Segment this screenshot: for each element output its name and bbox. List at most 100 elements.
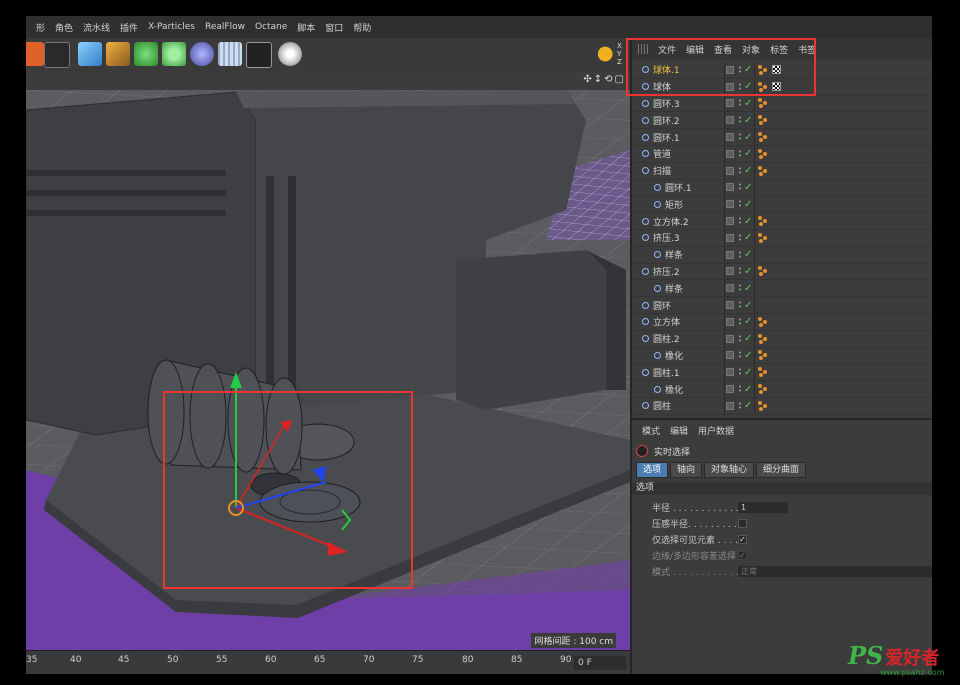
phong-tag-icon[interactable]	[758, 115, 768, 126]
mode-dropdown[interactable]: 正常	[738, 566, 932, 577]
visibility-dots-icon[interactable]: ••	[738, 400, 742, 411]
enabled-check-icon[interactable]: ✓	[744, 232, 752, 243]
object-row[interactable]: 橡化 ••✓	[632, 381, 932, 398]
menu-item[interactable]: 角色	[55, 21, 73, 34]
object-row[interactable]: 样条 • • ✓	[632, 280, 932, 298]
enabled-check-icon[interactable]: ✓	[744, 333, 752, 344]
viewport-nav-icons[interactable]: ✣↕⟲▢	[583, 74, 626, 85]
menu-item[interactable]: RealFlow	[205, 22, 245, 32]
render-icon[interactable]	[26, 42, 44, 66]
layer-icon[interactable]	[726, 334, 734, 343]
object-row[interactable]: 圆柱 • • ✓	[632, 398, 932, 415]
object-row[interactable]: 圆环.1 • • ✓	[632, 180, 932, 197]
visibility-dots-icon[interactable]: ••	[738, 249, 742, 260]
enabled-check-icon[interactable]: ✓	[744, 199, 752, 210]
layer-icon[interactable]	[726, 368, 734, 377]
deformer-icon[interactable]	[190, 42, 214, 66]
frame-field[interactable]: 0 F	[574, 656, 626, 670]
layer-icon[interactable]	[726, 133, 734, 142]
menu-item[interactable]: 帮助	[353, 21, 371, 34]
phong-tag-icon[interactable]	[758, 98, 768, 109]
menu-item[interactable]: 形	[36, 21, 45, 34]
floor-icon[interactable]	[218, 42, 242, 66]
visibility-dots-icon[interactable]: ••	[738, 115, 742, 126]
timeline[interactable]: 35 40 45 50 55 60 65 70 75 80 85 90 ◌ 0 …	[26, 650, 630, 674]
object-row[interactable]: 圆环.1 • • ✓	[632, 129, 932, 146]
tab-object-axis[interactable]: 对象轴心	[704, 462, 755, 478]
object-row[interactable]: 圆柱.1 • • ✓	[632, 364, 932, 382]
layer-icon[interactable]	[726, 301, 734, 310]
enabled-check-icon[interactable]: ✓	[744, 283, 752, 294]
visibility-dots-icon[interactable]: ••	[738, 199, 742, 210]
enabled-check-icon[interactable]: ✓	[744, 316, 752, 327]
phong-tag-icon[interactable]	[758, 384, 768, 395]
layer-icon[interactable]	[726, 200, 734, 209]
tab-subdivision[interactable]: 细分曲面	[756, 462, 807, 478]
object-row[interactable]: 圆柱.2 • • ✓	[632, 331, 932, 348]
object-row[interactable]: 圆环.2 • • ✓	[632, 112, 932, 130]
phong-tag-icon[interactable]	[758, 333, 768, 344]
enabled-check-icon[interactable]: ✓	[744, 98, 752, 109]
menu-item[interactable]: 流水线	[83, 21, 110, 34]
pressure-radius-checkbox[interactable]	[738, 519, 747, 528]
visibility-dots-icon[interactable]: ••	[738, 266, 742, 277]
object-row[interactable]: 立方体.2 • • ✓	[632, 213, 932, 230]
enabled-check-icon[interactable]: ✓	[744, 148, 752, 159]
object-row[interactable]: 管道 • • ✓	[632, 146, 932, 163]
object-row[interactable]: 挤压.2 • • ✓	[632, 264, 932, 281]
cloner-icon[interactable]	[162, 42, 186, 66]
enabled-check-icon[interactable]: ✓	[744, 300, 752, 311]
enabled-check-icon[interactable]: ✓	[744, 182, 752, 193]
am-menu-userdata[interactable]: 用户数据	[698, 424, 734, 437]
menu-item[interactable]: 插件	[120, 21, 138, 34]
object-row[interactable]: 挤压.3 • • ✓	[632, 230, 932, 247]
enabled-check-icon[interactable]: ✓	[744, 384, 752, 395]
menu-item[interactable]: X-Particles	[148, 22, 195, 32]
phong-tag-icon[interactable]	[758, 148, 768, 159]
am-menu-mode[interactable]: 模式	[642, 424, 660, 437]
object-row[interactable]: 圆环.3 • • ✓	[632, 96, 932, 113]
cube-icon[interactable]	[78, 42, 102, 66]
enabled-check-icon[interactable]: ✓	[744, 216, 752, 227]
enabled-check-icon[interactable]: ✓	[744, 115, 752, 126]
visibility-dots-icon[interactable]: ••	[738, 316, 742, 327]
layer-icon[interactable]	[726, 267, 734, 276]
phong-tag-icon[interactable]	[758, 316, 768, 327]
layer-icon[interactable]	[726, 250, 734, 259]
enabled-check-icon[interactable]: ✓	[744, 165, 752, 176]
phong-tag-icon[interactable]	[758, 165, 768, 176]
edge-tolerance-checkbox[interactable]: ✓	[738, 551, 747, 560]
menu-item[interactable]: 脚本	[297, 21, 315, 34]
object-row[interactable]: 样条 • • ✓	[632, 247, 932, 264]
phong-tag-icon[interactable]	[758, 367, 768, 378]
pen-icon[interactable]	[106, 42, 130, 66]
camera-icon[interactable]	[246, 42, 272, 68]
phong-tag-icon[interactable]	[758, 266, 768, 277]
object-row[interactable]: 扫描 • • ✓	[632, 163, 932, 180]
enabled-check-icon[interactable]: ✓	[744, 249, 752, 260]
clapper-icon[interactable]	[44, 42, 70, 68]
visible-only-checkbox[interactable]: ✓	[738, 535, 747, 544]
visibility-dots-icon[interactable]: ••	[738, 367, 742, 378]
layer-icon[interactable]	[726, 183, 734, 192]
light-icon[interactable]	[278, 42, 302, 66]
phong-tag-icon[interactable]	[758, 132, 768, 143]
phong-tag-icon[interactable]	[758, 216, 768, 227]
radius-input[interactable]: 1	[738, 502, 788, 513]
visibility-dots-icon[interactable]: ••	[738, 98, 742, 109]
layer-icon[interactable]	[726, 233, 734, 242]
layer-icon[interactable]	[726, 149, 734, 158]
am-menu-edit[interactable]: 编辑	[670, 424, 688, 437]
enabled-check-icon[interactable]: ✓	[744, 132, 752, 143]
visibility-dots-icon[interactable]: ••	[738, 283, 742, 294]
visibility-dots-icon[interactable]: ••	[738, 300, 742, 311]
menu-item[interactable]: Octane	[255, 22, 287, 32]
layer-icon[interactable]	[726, 284, 734, 293]
subdivision-icon[interactable]	[134, 42, 158, 66]
layer-icon[interactable]	[726, 401, 734, 410]
visibility-dots-icon[interactable]: ••	[738, 165, 742, 176]
visibility-dots-icon[interactable]: ••	[738, 384, 742, 395]
xyz-axis-icon[interactable]	[598, 42, 616, 66]
visibility-dots-icon[interactable]: ••	[738, 216, 742, 227]
layer-icon[interactable]	[726, 166, 734, 175]
